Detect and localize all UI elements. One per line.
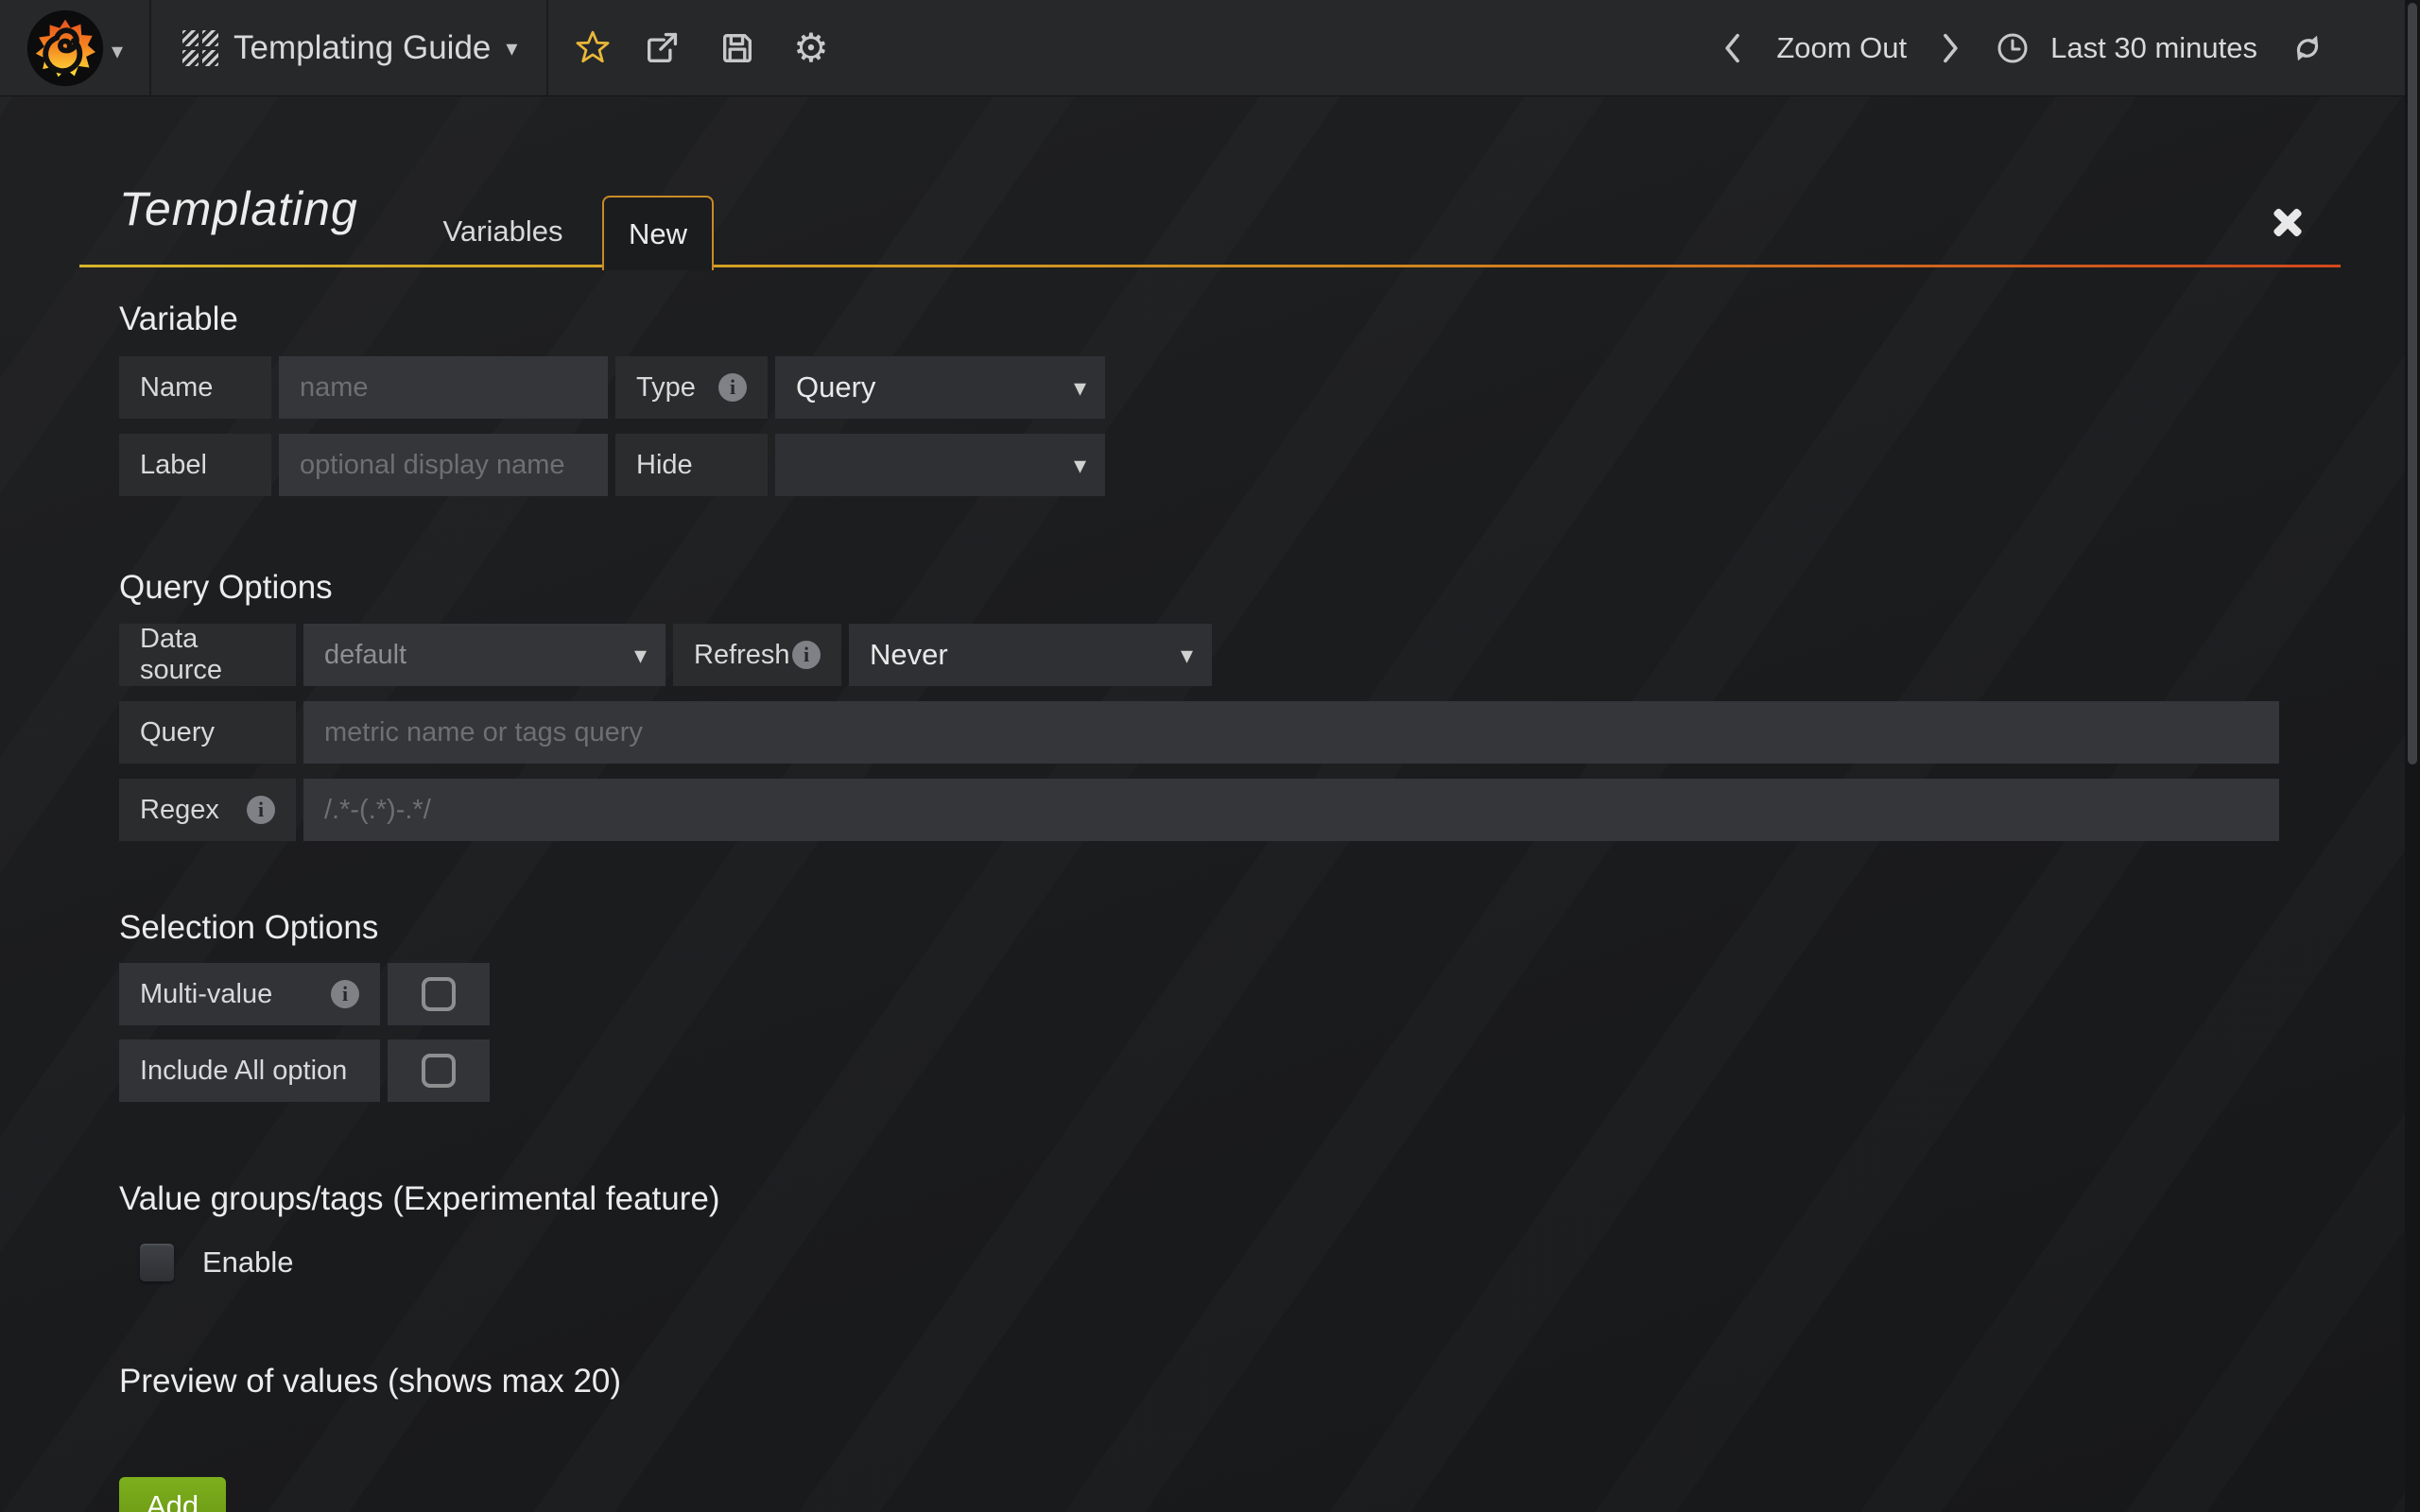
dashboard-icon-cell: [182, 50, 199, 66]
datasource-select-value: default: [324, 640, 406, 671]
dashboard-settings-button[interactable]: ⚙: [785, 0, 838, 96]
dashboard-title: Templating Guide: [233, 29, 491, 67]
refresh-select[interactable]: Never ▾: [849, 624, 1212, 686]
zoom-out-button[interactable]: Zoom Out: [1776, 31, 1907, 65]
preview-heading: Preview of values (shows max 20): [119, 1363, 621, 1400]
query-label: Query: [119, 701, 296, 764]
grafana-logo[interactable]: [26, 9, 104, 87]
type-label-text: Type: [636, 372, 696, 404]
grafana-app: ▾ Templating Guide ▾: [0, 0, 2420, 1512]
dashboard-title-dropdown[interactable]: Templating Guide ▾: [233, 0, 517, 96]
share-icon: [643, 29, 681, 67]
regex-label: Regex i: [119, 779, 296, 841]
star-dashboard-button[interactable]: [566, 0, 619, 96]
dashboard-icon-cell: [202, 50, 218, 66]
caret-down-icon: ▾: [1181, 641, 1193, 670]
value-groups-heading: Value groups/tags (Experimental feature): [119, 1180, 720, 1218]
checkbox-unchecked-icon: [422, 1054, 456, 1088]
close-icon[interactable]: [2267, 202, 2308, 244]
tab-underline: [79, 265, 2341, 267]
org-switcher-caret-icon[interactable]: ▾: [112, 38, 123, 65]
save-icon: [718, 29, 756, 67]
datasource-label: Data source: [119, 624, 296, 686]
time-shift-forward-button[interactable]: [1939, 32, 1963, 64]
variable-section-heading: Variable: [119, 301, 238, 338]
regex-row: Regex i: [119, 779, 2279, 841]
checkbox-unchecked-icon: [422, 977, 456, 1011]
tab-new[interactable]: New: [602, 196, 714, 270]
caret-down-icon: ▾: [1074, 451, 1086, 480]
dashboard-icon-cell: [202, 30, 218, 46]
multi-value-label: Multi-value i: [119, 963, 380, 1025]
navbar-divider: [149, 0, 151, 96]
enable-checkbox-row[interactable]: Enable: [140, 1244, 294, 1281]
query-row: Query: [119, 701, 2279, 764]
name-label: Name: [119, 356, 271, 419]
query-options-heading: Query Options: [119, 569, 333, 607]
caret-down-icon: ▾: [1074, 373, 1086, 403]
navbar-divider: [546, 0, 548, 96]
multi-value-checkbox[interactable]: [388, 963, 490, 1025]
type-select-value: Query: [796, 370, 875, 404]
enable-checkbox[interactable]: [140, 1244, 174, 1281]
label-label: Label: [119, 434, 271, 496]
scrollbar-track[interactable]: [2405, 0, 2420, 1512]
top-navbar: ▾ Templating Guide ▾: [0, 0, 2420, 96]
refresh-button[interactable]: [2290, 30, 2325, 66]
tab-variables[interactable]: Variables: [427, 196, 579, 267]
refresh-label: Refresh i: [673, 624, 841, 686]
type-select[interactable]: Query ▾: [775, 356, 1105, 419]
datasource-row: Data source default ▾ Refresh i Never ▾: [119, 624, 1212, 686]
info-icon[interactable]: i: [247, 796, 275, 824]
hide-select[interactable]: ▾: [775, 434, 1105, 496]
multi-value-label-text: Multi-value: [140, 979, 272, 1010]
save-dashboard-button[interactable]: [711, 0, 764, 96]
grafana-logo-icon: [26, 9, 104, 87]
include-all-row: Include All option: [119, 1040, 490, 1102]
dashboard-icon-cell: [182, 30, 199, 46]
regex-input[interactable]: [303, 779, 2279, 841]
time-range-label: Last 30 minutes: [2050, 31, 2257, 65]
gear-icon: ⚙: [793, 28, 829, 68]
multi-value-row: Multi-value i: [119, 963, 490, 1025]
hide-label: Hide: [615, 434, 768, 496]
datasource-select[interactable]: default ▾: [303, 624, 666, 686]
star-icon: [574, 29, 612, 67]
clock-icon: [1996, 31, 2030, 65]
include-all-checkbox[interactable]: [388, 1040, 490, 1102]
time-picker-button[interactable]: Last 30 minutes: [1996, 31, 2257, 65]
scrollbar-thumb[interactable]: [2408, 3, 2417, 765]
refresh-select-value: Never: [870, 638, 948, 672]
variable-name-row: Name Type i Query ▾: [119, 356, 1105, 419]
variable-label-row: Label Hide ▾: [119, 434, 1105, 496]
caret-down-icon: ▾: [634, 641, 647, 670]
chevron-left-icon: [1720, 32, 1744, 64]
chevron-right-icon: [1939, 32, 1963, 64]
share-dashboard-button[interactable]: [635, 0, 688, 96]
add-button[interactable]: Add: [119, 1477, 226, 1512]
include-all-label: Include All option: [119, 1040, 380, 1102]
dashboard-icon: [182, 30, 218, 66]
page-title: Templating: [119, 181, 358, 236]
refresh-icon: [2290, 30, 2325, 66]
chevron-down-icon: ▾: [506, 35, 517, 62]
selection-options-heading: Selection Options: [119, 909, 378, 947]
type-label: Type i: [615, 356, 768, 419]
enable-label: Enable: [202, 1246, 294, 1280]
info-icon[interactable]: i: [331, 980, 359, 1008]
refresh-label-text: Refresh: [694, 640, 790, 671]
time-controls: Zoom Out Last 30 minutes: [1720, 0, 2325, 96]
info-icon[interactable]: i: [792, 641, 821, 669]
time-shift-back-button[interactable]: [1720, 32, 1744, 64]
label-input[interactable]: [279, 434, 608, 496]
query-input[interactable]: [303, 701, 2279, 764]
regex-label-text: Regex: [140, 795, 219, 826]
info-icon[interactable]: i: [718, 373, 747, 402]
name-input[interactable]: [279, 356, 608, 419]
